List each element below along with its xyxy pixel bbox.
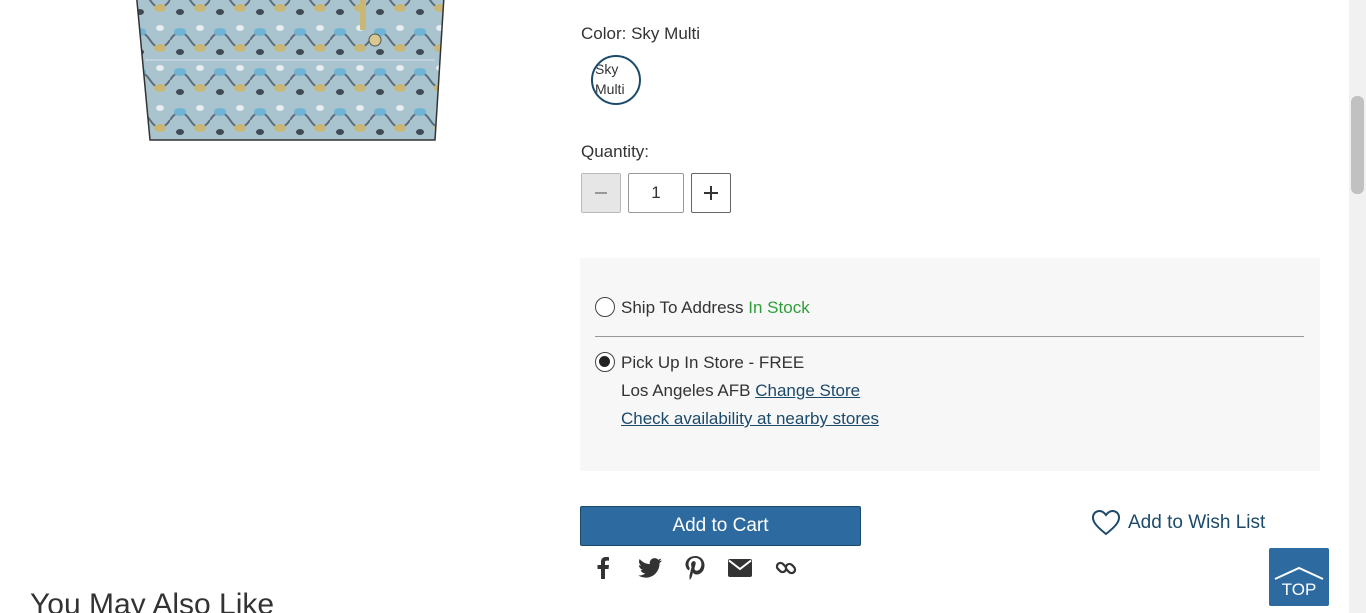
top-label: TOP (1281, 580, 1317, 599)
swatch-alt-text: Sky Multi (595, 61, 625, 97)
quantity-label: Quantity: (581, 142, 650, 161)
plus-icon (704, 186, 718, 200)
add-to-cart-button[interactable]: Add to Cart (580, 506, 861, 546)
nearby-stores-link[interactable]: Check availability at nearby stores (621, 409, 879, 429)
quantity-input[interactable]: 1 (628, 173, 684, 213)
twitter-icon[interactable] (637, 555, 663, 581)
stock-status: In Stock (748, 298, 810, 317)
quantity-decrease-button[interactable] (581, 173, 621, 213)
back-to-top-button[interactable]: TOP (1269, 548, 1329, 606)
pickup-in-store-radio[interactable] (595, 352, 615, 372)
color-row: Color: Sky Multi (581, 24, 700, 44)
store-line: Los Angeles AFB Change Store (621, 381, 860, 401)
store-name: Los Angeles AFB (621, 381, 751, 400)
ship-label: Ship To Address (621, 298, 744, 317)
color-swatch[interactable]: Sky Multi (591, 55, 641, 105)
product-image (130, 0, 450, 145)
add-to-wishlist-button[interactable]: Add to Wish List (1092, 510, 1265, 536)
fulfillment-panel: Ship To Address In Stock Pick Up In Stor… (580, 258, 1320, 471)
quantity-increase-button[interactable] (691, 173, 731, 213)
pinterest-icon[interactable] (682, 555, 708, 581)
chevron-up-icon (1274, 566, 1324, 580)
link-icon[interactable] (773, 555, 799, 581)
email-icon[interactable] (727, 555, 753, 581)
change-store-link[interactable]: Change Store (755, 381, 860, 400)
page-scrollbar[interactable] (1349, 0, 1366, 613)
divider (595, 336, 1304, 337)
recommendations-heading: You May Also Like (30, 588, 275, 613)
minus-icon (595, 192, 607, 194)
wishlist-label: Add to Wish List (1128, 512, 1266, 533)
scrollbar-thumb[interactable] (1351, 96, 1364, 194)
facebook-icon[interactable] (590, 555, 616, 581)
color-label: Color: (581, 24, 627, 43)
ship-to-address-option[interactable]: Ship To Address In Stock (621, 298, 810, 318)
ship-to-address-radio[interactable] (595, 297, 615, 317)
color-value: Sky Multi (631, 24, 701, 43)
heart-icon (1092, 510, 1120, 536)
pickup-label[interactable]: Pick Up In Store - FREE (621, 353, 804, 373)
